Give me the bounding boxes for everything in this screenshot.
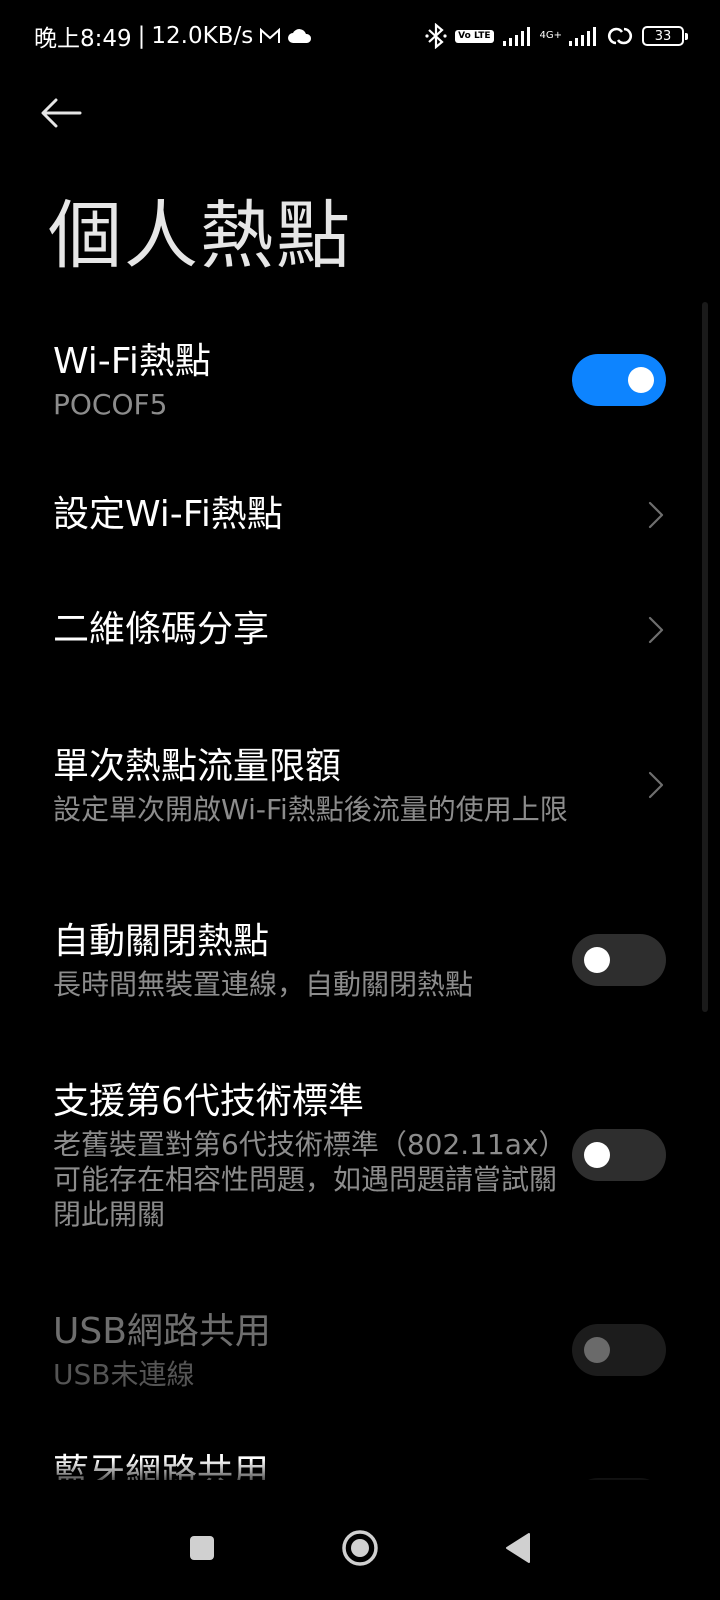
home-button[interactable] (332, 1520, 388, 1576)
usb-tethering-switch[interactable] (572, 1324, 666, 1376)
row-title: 設定Wi-Fi熱點 (53, 494, 283, 535)
battery-icon: 33 (642, 26, 688, 46)
hotspot-link-icon (606, 25, 634, 47)
switch-knob (584, 1142, 610, 1168)
row-subtitle: USB未連線 (53, 1357, 195, 1391)
row-subtitle: POCOF5 (53, 387, 168, 421)
data-limit-row[interactable]: 單次熱點流量限額 設定單次開啟Wi-Fi熱點後流量的使用上限 (0, 710, 720, 860)
signal-icon (502, 26, 532, 46)
mail-icon (259, 27, 281, 45)
switch-knob (628, 367, 654, 393)
status-bar: 晚上8:49 | 12.0KB/s Vo LTE 4G+ 33 (0, 0, 720, 72)
chevron-right-icon (646, 500, 666, 530)
chevron-right-icon (646, 770, 666, 800)
recents-button[interactable] (174, 1520, 230, 1576)
auto-turn-off-row[interactable]: 自動關閉熱點 長時間無裝置連線，自動關閉熱點 (0, 900, 720, 1020)
list-fade (0, 1460, 720, 1490)
cloud-icon (287, 27, 313, 45)
auto-turn-off-switch[interactable] (572, 934, 666, 986)
qr-code-share-row[interactable]: 二維條碼分享 (0, 585, 720, 675)
chevron-right-icon (646, 615, 666, 645)
screen: 晚上8:49 | 12.0KB/s Vo LTE 4G+ 33 個人熱點 Wi-… (0, 0, 720, 1600)
square-icon (190, 1536, 214, 1560)
wifi-hotspot-row[interactable]: Wi-Fi熱點 POCOF5 (0, 320, 720, 440)
status-divider: | (137, 23, 146, 49)
volte-badge: Vo LTE (455, 29, 494, 43)
switch-knob (584, 1337, 610, 1363)
circle-icon (342, 1530, 378, 1566)
status-right: Vo LTE 4G+ 33 (425, 23, 688, 49)
row-subtitle: 設定單次開啟Wi-Fi熱點後流量的使用上限 (53, 792, 568, 826)
wifi6-support-row[interactable]: 支援第6代技術標準 老舊裝置對第6代技術標準（802.11ax）可能存在相容性問… (0, 1060, 720, 1250)
triangle-back-icon (506, 1533, 530, 1563)
arrow-left-icon (41, 98, 82, 128)
network-type: 4G+ (539, 30, 563, 41)
wifi-hotspot-switch[interactable] (572, 354, 666, 406)
back-nav-button[interactable] (490, 1520, 546, 1576)
signal-icon-2 (568, 26, 598, 46)
switch-knob (584, 947, 610, 973)
wifi6-support-switch[interactable] (572, 1129, 666, 1181)
row-title: Wi-Fi熱點 (53, 340, 211, 382)
row-title: 單次熱點流量限額 (53, 745, 342, 787)
row-subtitle: 老舊裝置對第6代技術標準（802.11ax）可能存在相容性問題，如遇問題請嘗試關… (53, 1127, 567, 1231)
row-title: USB網路共用 (53, 1310, 271, 1352)
status-time: 晚上8:49 (34, 26, 132, 52)
bluetooth-icon (425, 23, 447, 49)
row-title: 支援第6代技術標準 (53, 1080, 364, 1122)
usb-tethering-row[interactable]: USB網路共用 USB未連線 (0, 1290, 720, 1410)
configure-wifi-hotspot-row[interactable]: 設定Wi-Fi熱點 (0, 470, 720, 560)
navigation-bar (0, 1490, 720, 1600)
row-subtitle: 長時間無裝置連線，自動關閉熱點 (53, 967, 474, 1001)
status-left: 晚上8:49 | 12.0KB/s (34, 19, 313, 53)
settings-list: Wi-Fi熱點 POCOF5 設定Wi-Fi熱點 二維條碼分享 單次熱點流量限額 (0, 300, 720, 1480)
back-button[interactable] (40, 88, 106, 138)
row-title: 二維條碼分享 (53, 609, 270, 650)
status-speed: 12.0KB/s (151, 23, 254, 49)
page-title: 個人熱點 (48, 193, 352, 279)
row-title: 自動關閉熱點 (53, 920, 270, 962)
